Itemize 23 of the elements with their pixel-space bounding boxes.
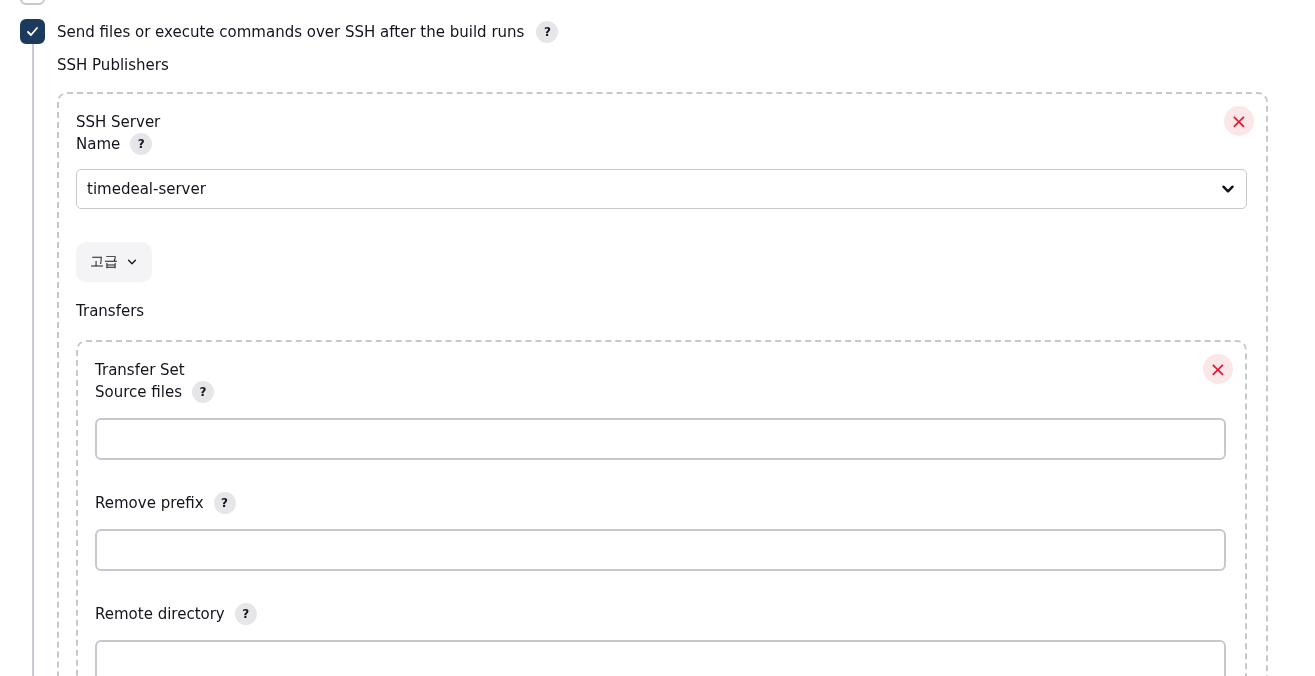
- server-select[interactable]: timedeal-server: [76, 169, 1247, 209]
- panel-title: Transfer Set: [95, 361, 185, 379]
- text-field[interactable]: [95, 418, 1226, 460]
- advanced-button[interactable]: 고급: [76, 242, 152, 282]
- help-button[interactable]: ?: [130, 133, 153, 155]
- section-title: SSH Publishers: [57, 56, 169, 74]
- section-title: Transfers: [76, 302, 145, 320]
- checkbox-label: Send files or execute commands over SSH after the build runs: [57, 22, 525, 41]
- text-field[interactable]: [95, 640, 1226, 676]
- close-button[interactable]: ×: [1203, 354, 1233, 384]
- panel-title: SSH Server: [76, 113, 161, 131]
- help-button[interactable]: ?: [536, 20, 559, 43]
- field-label: Remote directory: [95, 605, 225, 623]
- field-label: Source files: [95, 383, 182, 401]
- check-icon: [26, 25, 39, 38]
- field-label: Remove prefix: [95, 494, 204, 512]
- help-button[interactable]: ?: [213, 492, 236, 514]
- close-button[interactable]: ×: [1224, 106, 1254, 136]
- checkbox[interactable]: [20, 19, 45, 44]
- help-button[interactable]: ?: [234, 603, 257, 625]
- field-label: Name: [76, 135, 121, 153]
- text-field[interactable]: [95, 529, 1226, 571]
- help-button[interactable]: ?: [191, 381, 214, 403]
